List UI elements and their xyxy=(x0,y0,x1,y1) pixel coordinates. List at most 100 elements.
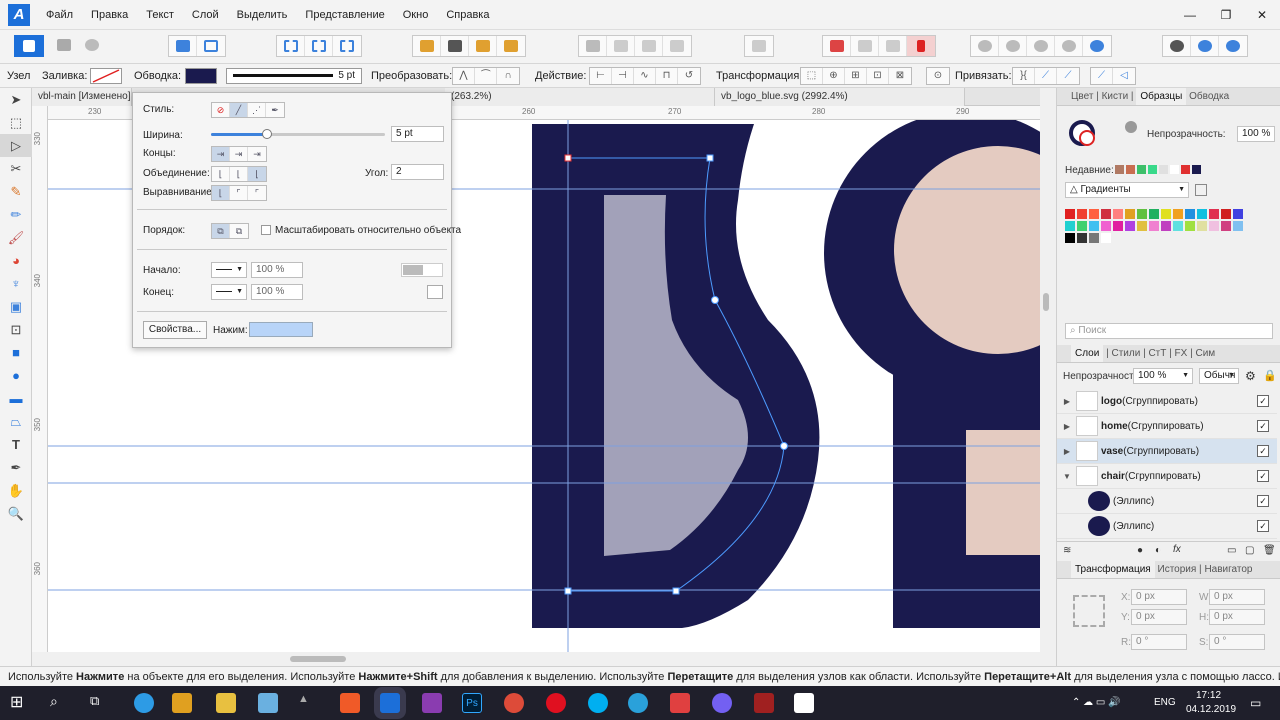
document-setup-icon[interactable] xyxy=(169,36,197,56)
tab-second-doc[interactable]: (263.2%) xyxy=(445,88,715,106)
arrow-options-button[interactable] xyxy=(427,285,443,299)
tab-navigator[interactable]: Навигатор xyxy=(1204,564,1252,575)
geometry-add-icon[interactable] xyxy=(1163,36,1191,56)
tab-layers[interactable]: Слои xyxy=(1071,345,1104,362)
zoom-tool-icon[interactable]: 🔍 xyxy=(0,502,32,525)
search-icon[interactable]: ⌕ xyxy=(50,693,70,713)
anchor-selector-icon[interactable] xyxy=(1073,595,1105,627)
winrar-icon[interactable] xyxy=(754,693,774,713)
palette-swatch[interactable] xyxy=(1065,221,1075,231)
recent-swatch[interactable] xyxy=(1192,165,1201,174)
palette-swatch[interactable] xyxy=(1149,209,1159,219)
photos-icon[interactable] xyxy=(670,693,690,713)
tab-color[interactable]: Цвет xyxy=(1071,91,1093,102)
palette-swatch[interactable] xyxy=(1125,221,1135,231)
text-tool-icon[interactable]: T xyxy=(0,433,32,456)
expand-arrow-icon[interactable]: ▼ xyxy=(1060,472,1074,481)
horizontal-scroll-thumb[interactable] xyxy=(290,656,346,662)
break-curve-icon[interactable]: ⊢ xyxy=(590,68,612,84)
snap-5-icon[interactable]: ◁ xyxy=(1113,68,1135,84)
palette-swatch[interactable] xyxy=(1233,209,1243,219)
width-slider-knob[interactable] xyxy=(261,129,272,139)
butt-cap-icon[interactable]: ⇥ xyxy=(212,147,230,161)
recent-swatch[interactable] xyxy=(1170,165,1179,174)
transform-field[interactable]: 0 px xyxy=(1209,609,1265,625)
reverse-curve-icon[interactable]: ↺ xyxy=(678,68,700,84)
place-image-tool-icon[interactable]: ▣ xyxy=(0,295,32,318)
snap-3-icon[interactable]: ⟋ xyxy=(1057,68,1079,84)
no-stroke-icon[interactable]: ⊘ xyxy=(212,103,230,117)
dashed-line-icon[interactable]: ⋰ xyxy=(248,103,266,117)
insert-top-icon[interactable] xyxy=(823,36,851,56)
move-back-icon[interactable] xyxy=(413,36,441,56)
palette-swatch[interactable] xyxy=(1173,209,1183,219)
tab-symbols[interactable]: Сим xyxy=(1195,348,1215,359)
file-explorer-icon[interactable] xyxy=(216,693,236,713)
palette-swatch[interactable] xyxy=(1185,209,1195,219)
boolean-add-icon[interactable] xyxy=(971,36,999,56)
adjust-icon[interactable]: ◐ xyxy=(1155,545,1161,556)
boolean-intersect-icon[interactable] xyxy=(1027,36,1055,56)
expand-arrow-icon[interactable]: ▶ xyxy=(1060,422,1074,431)
minimize-button[interactable]: — xyxy=(1172,0,1208,30)
palette-swatch[interactable] xyxy=(1209,221,1219,231)
clock-time[interactable]: 17:12 xyxy=(1196,690,1221,701)
transform-origin-icon[interactable] xyxy=(333,36,361,56)
transparency-tool-icon[interactable]: ♆ xyxy=(0,272,32,295)
layer-visibility-checkbox[interactable]: ✓ xyxy=(1257,470,1269,482)
palette-swatch[interactable] xyxy=(1089,209,1099,219)
palette-swatch[interactable] xyxy=(1065,209,1075,219)
close-button[interactable]: ✕ xyxy=(1244,0,1280,30)
pencil-tool-icon[interactable]: ✏ xyxy=(0,203,32,226)
move-tool-icon[interactable]: ➤ xyxy=(0,88,32,111)
recent-swatch[interactable] xyxy=(1203,165,1212,174)
color-picker-tool-icon[interactable]: ✒ xyxy=(0,456,32,479)
palette-swatch[interactable] xyxy=(1077,209,1087,219)
shape-tool-icon[interactable]: ⏢ xyxy=(0,410,32,433)
bevel-join-icon[interactable]: ⌊ xyxy=(248,167,266,181)
fill-indicator[interactable] xyxy=(1079,130,1095,146)
fill-tool-icon[interactable]: ◕ xyxy=(0,249,32,272)
palette-swatch[interactable] xyxy=(1233,221,1243,231)
tab-brushes[interactable]: Кисти xyxy=(1102,91,1129,102)
arrow-swap-button[interactable] xyxy=(401,263,443,277)
recent-swatch[interactable] xyxy=(1148,165,1157,174)
trash-icon[interactable]: 🗑 xyxy=(1263,545,1276,556)
gear-icon[interactable]: ⚙ xyxy=(1245,369,1256,383)
recent-swatch[interactable] xyxy=(1159,165,1168,174)
recent-swatch[interactable] xyxy=(1126,165,1135,174)
rotate-left-icon[interactable] xyxy=(635,36,663,56)
flip-vertical-icon[interactable] xyxy=(607,36,635,56)
geometry-subtract-icon[interactable] xyxy=(1191,36,1219,56)
expand-arrow-icon[interactable]: ▶ xyxy=(1060,447,1074,456)
expand-arrow-icon[interactable]: ▶ xyxy=(1060,397,1074,406)
tab-text-styles[interactable]: СтТ xyxy=(1148,348,1166,359)
horizontal-scrollbar[interactable] xyxy=(32,652,1040,666)
align-outside-icon[interactable]: ⌜ xyxy=(248,186,266,200)
tab-fx[interactable]: FX xyxy=(1175,348,1188,359)
start-arrow-dropdown[interactable]: ▼ xyxy=(211,262,247,278)
transform-extra-icon[interactable]: ⊙ xyxy=(927,68,949,84)
menu-text[interactable]: Текст xyxy=(146,9,174,21)
opacity-field[interactable]: 100 % xyxy=(1237,126,1275,142)
palette-swatch[interactable] xyxy=(1113,209,1123,219)
menu-edit[interactable]: Правка xyxy=(91,9,128,21)
palette-swatch[interactable] xyxy=(1089,221,1099,231)
tab-swatches[interactable]: Образцы xyxy=(1136,88,1187,105)
convert-sharp-icon[interactable]: ⋀ xyxy=(453,68,475,84)
notes-icon[interactable] xyxy=(258,693,278,713)
move-forward-icon[interactable] xyxy=(469,36,497,56)
palette-swatch[interactable] xyxy=(1209,209,1219,219)
rotate-right-icon[interactable] xyxy=(663,36,691,56)
move-backward-icon[interactable] xyxy=(441,36,469,56)
photoshop-icon[interactable]: Ps xyxy=(462,693,482,713)
vertical-scroll-thumb[interactable] xyxy=(1043,293,1049,311)
menu-view[interactable]: Представление xyxy=(305,9,384,21)
layer-visibility-checkbox[interactable]: ✓ xyxy=(1257,445,1269,457)
rectangle-tool-icon[interactable]: ■ xyxy=(0,341,32,364)
language-indicator[interactable]: ENG xyxy=(1154,697,1176,708)
palette-swatch[interactable] xyxy=(1077,221,1087,231)
telegram-icon[interactable] xyxy=(628,693,648,713)
app-icon[interactable] xyxy=(794,693,814,713)
skype-icon[interactable] xyxy=(588,693,608,713)
